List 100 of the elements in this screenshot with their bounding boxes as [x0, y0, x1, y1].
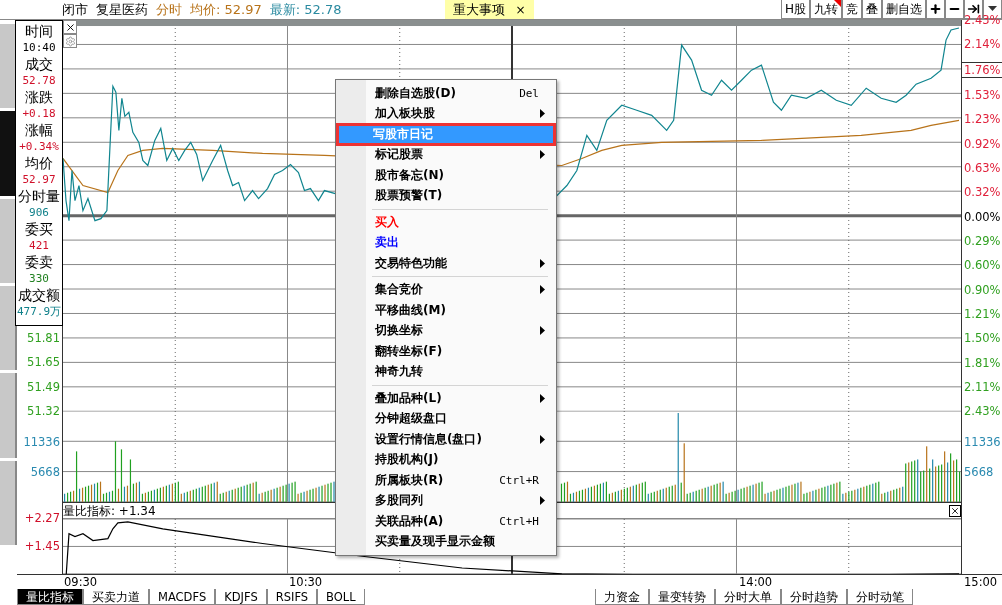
percent-label: 1.21%	[963, 306, 1002, 321]
menu-item[interactable]: 平移曲线(M)	[339, 300, 553, 321]
price-label: 51.65	[26, 355, 61, 370]
info-value: 10:40	[22, 39, 56, 56]
info-label: 成交	[25, 56, 53, 73]
volume-label: 11336	[22, 434, 61, 449]
menu-item[interactable]: 删除自选股(D) Del	[339, 83, 553, 104]
info-value: +0.34%	[19, 138, 59, 155]
tag-close-button[interactable]: ×	[515, 2, 526, 17]
info-value: 330	[29, 270, 49, 287]
indicator-tab[interactable]: 分时趋势	[780, 589, 847, 605]
menu-item[interactable]: 持股机构(J)	[339, 449, 553, 470]
indicator-title: 量比指标: +1.34	[63, 503, 156, 518]
settings-icon	[64, 35, 76, 47]
indicator-tab[interactable]: BOLL	[317, 589, 365, 605]
indicator-tab[interactable]: KDJFS	[215, 589, 267, 605]
indicator-tab[interactable]: 量比指标	[17, 589, 83, 605]
menu-item[interactable]: 设置行情信息(盘口)	[339, 429, 553, 450]
price-label: 51.32	[26, 404, 61, 419]
time-label: 14:00	[738, 575, 774, 589]
menu-item[interactable]: 多股同列	[339, 490, 553, 511]
percent-label: 0.29%	[963, 233, 1002, 248]
percent-label: 2.14%	[963, 37, 1002, 52]
info-label: 时间	[25, 23, 53, 40]
percent-label: 2.43%	[963, 13, 1002, 27]
menu-item[interactable]: 股票预警(T)	[339, 185, 553, 206]
info-label: 成交额	[18, 287, 60, 304]
percent-label: 0.63%	[963, 160, 1002, 175]
volume-label: 11336	[963, 434, 1002, 449]
menu-item[interactable]: 集合竞价	[339, 279, 553, 300]
zoom-out-button[interactable]	[945, 0, 964, 19]
info-value: 421	[29, 237, 49, 254]
menu-item[interactable]: 切换坐标	[339, 320, 553, 341]
info-label: 涨跌	[25, 89, 53, 106]
menu-item[interactable]: 分钟超级盘口	[339, 408, 553, 429]
percent-label: 2.43%	[963, 404, 1002, 419]
info-label: 委卖	[25, 254, 53, 271]
percent-label: 1.53%	[963, 88, 1002, 102]
indicator-tab[interactable]: 买卖力道	[83, 589, 149, 605]
menu-item[interactable]: 买入	[339, 212, 553, 233]
time-label: 10:30	[288, 575, 324, 589]
caret-icon	[988, 6, 997, 12]
indicator-label: +1.45	[23, 539, 61, 554]
price-label: 51.81	[26, 330, 61, 345]
indicator-tab[interactable]: 量变转势	[648, 589, 715, 605]
menu-item[interactable]: 标记股票	[339, 144, 553, 165]
close-icon	[64, 21, 76, 33]
news-tag[interactable]: 重大事项 ×	[445, 0, 534, 19]
toolbar-button[interactable]: 删自选	[882, 0, 926, 19]
latest-price: 最新: 52.78	[269, 0, 342, 19]
menu-item[interactable]: 卖出	[339, 232, 553, 253]
volume-label: 5668	[29, 464, 61, 479]
menu-item[interactable]: 关联品种(A) Ctrl+H	[339, 511, 553, 532]
menu-item[interactable]: 加入板块股	[339, 103, 553, 124]
plus-icon	[929, 2, 942, 16]
menu-item[interactable]: 神奇九转	[339, 361, 553, 382]
volume-label: 5668	[963, 464, 995, 479]
info-label: 均价	[25, 155, 53, 172]
stock-name: 复星医药	[96, 0, 148, 19]
info-label: 分时量	[18, 188, 60, 205]
percent-label: 0.60%	[963, 258, 1002, 273]
percent-label: 1.23%	[963, 112, 1002, 127]
info-label: 涨幅	[25, 122, 53, 139]
toolbar-button[interactable]: 叠	[862, 0, 882, 19]
percent-label: 0.32%	[963, 185, 1002, 200]
percent-label: 0.90%	[963, 282, 1002, 297]
info-value: 52.97	[22, 171, 56, 188]
price-label: 51.49	[26, 379, 61, 394]
market-status: 闭市	[62, 0, 88, 19]
info-value: 52.78	[22, 72, 56, 89]
indicator-tab[interactable]: 分时大单	[714, 589, 781, 605]
indicator-label: +2.27	[23, 511, 61, 526]
menu-item[interactable]: 翻转坐标(F)	[339, 341, 553, 362]
indicator-tab[interactable]: RSIFS	[266, 589, 318, 605]
arrow-to-line-icon	[967, 2, 980, 16]
average-price: 均价: 52.97	[190, 0, 262, 19]
percent-label: 0.92%	[963, 136, 1002, 151]
menu-item[interactable]: 叠加品种(L)	[339, 388, 553, 409]
toolbar-button[interactable]: 九转	[810, 0, 842, 19]
indicator-tab[interactable]: 分时动笔	[846, 589, 913, 605]
close-button[interactable]	[949, 504, 961, 517]
info-value: +0.18	[22, 105, 56, 122]
toolbar-button[interactable]: 竞	[842, 0, 862, 19]
info-label: 委买	[25, 221, 53, 238]
toolbar-button[interactable]: H股	[780, 0, 810, 19]
menu-item[interactable]: 股市备忘(N)	[339, 165, 553, 186]
menu-item[interactable]: 所属板块(R) Ctrl+R	[339, 470, 553, 491]
side-tab[interactable]	[0, 286, 17, 371]
zoom-in-button[interactable]	[926, 0, 945, 19]
percent-label: 2.11%	[963, 379, 1002, 394]
time-label: 09:30	[63, 575, 99, 589]
percent-label: 1.50%	[963, 331, 1002, 346]
info-value: 906	[29, 204, 49, 221]
menu-item[interactable]: 交易特色功能	[339, 253, 553, 274]
menu-item[interactable]: 买卖量及现手显示金额	[339, 531, 553, 552]
indicator-tab[interactable]: MACDFS	[149, 589, 216, 605]
close-button[interactable]	[63, 20, 77, 34]
indicator-tab[interactable]: 力资金	[594, 589, 649, 605]
info-value: 477.9万	[16, 303, 62, 320]
percent-label: 0.00%	[963, 209, 1002, 224]
